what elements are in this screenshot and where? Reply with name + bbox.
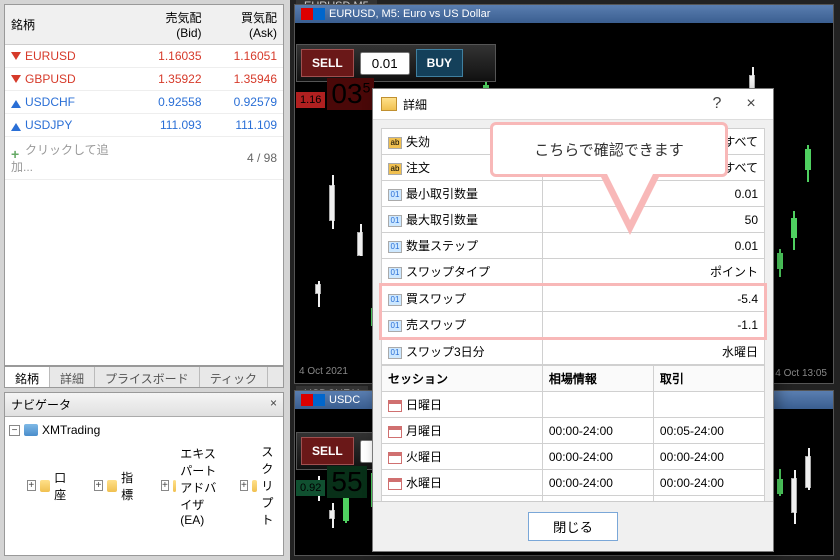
tree-root[interactable]: − XMTrading: [7, 421, 281, 439]
close-button[interactable]: 閉じる: [528, 512, 618, 541]
arrow-up-icon: [11, 98, 21, 108]
folder-icon: [381, 97, 397, 111]
detail-row: 01スワップタイプポイント: [382, 259, 765, 285]
dialog-title: 詳細: [403, 96, 427, 113]
sell-price[interactable]: 1.16035: [296, 78, 374, 110]
calendar-icon: [388, 400, 402, 412]
fld-icon: [107, 480, 117, 492]
expand-icon[interactable]: +: [240, 480, 248, 491]
calendar-icon: [388, 426, 402, 438]
row-icon: 01: [388, 189, 402, 201]
expand-icon[interactable]: +: [94, 480, 103, 491]
fld-icon: [173, 480, 176, 492]
row-icon: 01: [388, 267, 402, 279]
market-watch-panel: 銘柄 売気配(Bid) 買気配(Ask) EURUSD1.160351.1605…: [4, 4, 284, 366]
tab-symbols[interactable]: 銘柄: [5, 367, 50, 387]
close-icon[interactable]: ×: [737, 95, 765, 113]
sell-button[interactable]: SELL: [301, 49, 354, 77]
plus-icon: +: [11, 146, 21, 156]
tree-root-label: XMTrading: [42, 423, 100, 437]
tree-item-label: スクリプト: [261, 443, 285, 528]
row-icon: ab: [388, 163, 402, 175]
market-watch-tabs: 銘柄 詳細 プライスボード ティック: [4, 366, 284, 388]
tree-item-label: エキスパートアドバイザ(EA): [180, 445, 218, 527]
row-icon: 01: [388, 294, 402, 306]
navigator-tree: − XMTrading + 口座 + 指標 + エキスパートアドバイザ(EA) + スクリプト…: [5, 417, 283, 536]
add-symbol-row[interactable]: +クリックして追加...4 / 98: [5, 137, 283, 180]
detail-row: 01数量ステップ0.01: [382, 233, 765, 259]
col-bid[interactable]: 売気配(Bid): [135, 5, 208, 45]
tab-priceboard[interactable]: プライスボード: [95, 367, 200, 387]
row-icon: 01: [388, 347, 402, 359]
buy-button[interactable]: BUY: [416, 49, 463, 77]
navigator-title: ナビゲータ: [11, 396, 71, 413]
symbol-row[interactable]: EURUSD1.160351.16051: [5, 45, 283, 68]
annotation-callout: こちらで確認できます: [490, 122, 728, 235]
detail-row: 01買スワップ-5.4: [382, 286, 765, 312]
tree-item[interactable]: + スクリプト: [222, 441, 285, 530]
row-icon: 01: [388, 241, 402, 253]
col-session: セッション: [382, 366, 543, 392]
close-icon[interactable]: ×: [270, 396, 277, 413]
symbol-row[interactable]: GBPUSD1.359221.35946: [5, 68, 283, 91]
col-ask[interactable]: 買気配(Ask): [208, 5, 283, 45]
arrow-down-icon: [11, 75, 21, 85]
arrow-up-icon: [11, 121, 21, 131]
sell-button[interactable]: SELL: [301, 437, 354, 465]
col-quote: 相場情報: [542, 366, 653, 392]
calendar-icon: [388, 478, 402, 490]
tree-item-label: 口座: [54, 469, 72, 503]
flag-icon: [301, 394, 325, 406]
col-trade: 取引: [653, 366, 764, 392]
fld-icon: [252, 480, 258, 492]
help-icon[interactable]: ?: [703, 95, 731, 113]
navigator-panel: ナビゲータ × − XMTrading + 口座 + 指標 + エキスパートアドバイザ(E…: [4, 392, 284, 556]
row-icon: 01: [388, 215, 402, 227]
collapse-icon[interactable]: −: [9, 425, 20, 436]
symbol-row[interactable]: USDCHF0.925580.92579: [5, 91, 283, 114]
tree-item-label: 指標: [121, 469, 139, 503]
sell-price[interactable]: 0.9255: [296, 466, 367, 498]
chart-date: 4 Oct 2021: [299, 366, 348, 377]
tab-tick[interactable]: ティック: [200, 367, 268, 387]
fld-icon: [40, 480, 50, 492]
volume-input[interactable]: [360, 52, 410, 75]
order-ticket-eurusd: SELL BUY: [296, 44, 496, 82]
col-symbol[interactable]: 銘柄: [5, 5, 135, 45]
tree-item[interactable]: + 口座: [9, 467, 72, 505]
session-row: 火曜日00:00-24:0000:00-24:00: [382, 444, 765, 470]
session-row: 日曜日: [382, 392, 765, 418]
symbol-row[interactable]: USDJPY111.093111.109: [5, 114, 283, 137]
tab-details[interactable]: 詳細: [50, 367, 95, 387]
detail-row: 01スワップ3日分水曜日: [382, 339, 765, 365]
tree-item[interactable]: + 指標: [76, 467, 139, 505]
session-row: 月曜日00:00-24:0000:05-24:00: [382, 418, 765, 444]
chart-title: EURUSD, M5: Euro vs US Dollar: [295, 5, 833, 23]
expand-icon[interactable]: +: [27, 480, 36, 491]
detail-row: 01売スワップ-1.1: [382, 312, 765, 338]
row-icon: 01: [388, 320, 402, 332]
broker-icon: [24, 424, 38, 436]
arrow-down-icon: [11, 52, 21, 62]
expand-icon[interactable]: +: [161, 480, 169, 491]
tree-item[interactable]: + エキスパートアドバイザ(EA): [143, 443, 218, 529]
calendar-icon: [388, 452, 402, 464]
session-row: 水曜日00:00-24:0000:00-24:00: [382, 470, 765, 496]
session-row: 木曜日00:00-24:0000:00-24:00: [382, 496, 765, 502]
row-icon: ab: [388, 137, 402, 149]
flag-icon: [301, 8, 325, 20]
